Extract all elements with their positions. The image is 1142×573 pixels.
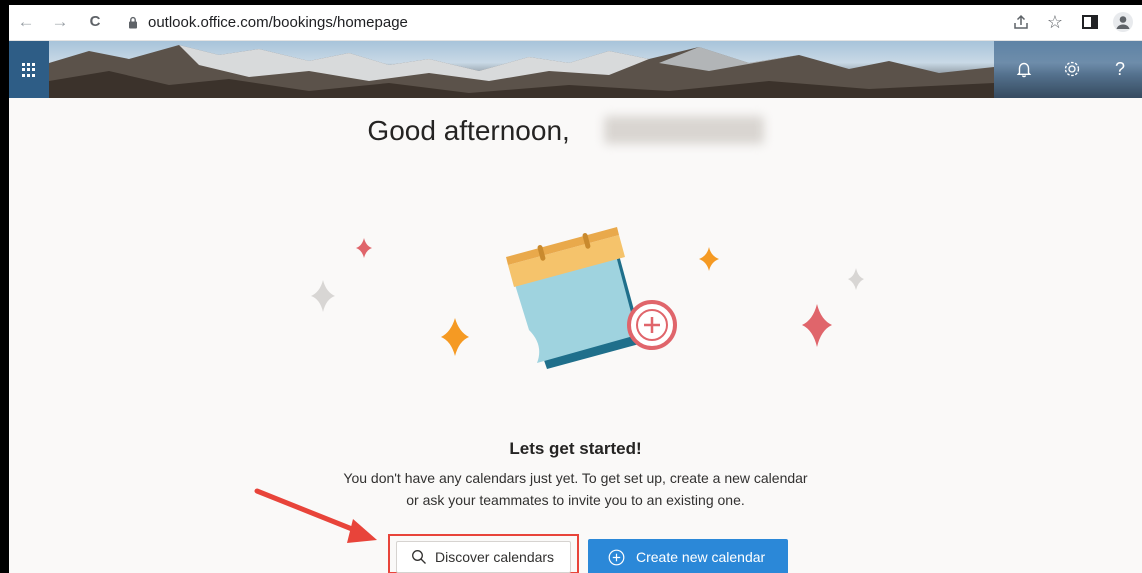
annotation-highlight-box: Discover calendars <box>388 534 579 573</box>
description-line-1: You don't have any calendars just yet. T… <box>343 470 808 486</box>
discover-calendars-button[interactable]: Discover calendars <box>396 541 571 573</box>
empty-state-description: You don't have any calendars just yet. T… <box>9 467 1142 511</box>
reload-button[interactable]: C <box>84 11 106 33</box>
bell-icon[interactable] <box>1012 57 1036 81</box>
add-circle-icon <box>608 549 625 566</box>
blurred-user-name <box>603 116 764 144</box>
header-banner: ? <box>9 41 1142 98</box>
greeting-text: Good afternoon, <box>367 115 570 146</box>
header-controls: ? <box>994 41 1142 98</box>
search-icon <box>412 550 426 564</box>
annotation-arrow <box>254 488 377 543</box>
share-icon[interactable] <box>1011 12 1031 32</box>
calendar-illustration <box>311 227 864 369</box>
star-icon[interactable]: ☆ <box>1045 12 1065 32</box>
browser-toolbar: ← → C outlook.office.com/bookings/homepa… <box>9 5 1142 41</box>
browser-window: ← → C outlook.office.com/bookings/homepa… <box>9 5 1142 573</box>
address-bar-url[interactable]: outlook.office.com/bookings/homepage <box>148 14 408 31</box>
empty-state-title: Lets get started! <box>509 439 642 458</box>
sidepanel-icon[interactable] <box>1080 12 1100 32</box>
forward-button[interactable]: → <box>49 11 71 33</box>
create-new-calendar-button[interactable]: Create new calendar <box>588 539 788 573</box>
mountain-banner-image <box>49 45 994 98</box>
description-line-2: or ask your teammates to invite you to a… <box>406 492 745 508</box>
app-launcher-icon[interactable] <box>9 41 49 98</box>
sparkle-icon <box>441 318 469 356</box>
help-icon[interactable]: ? <box>1108 57 1132 81</box>
sparkle-icon <box>699 247 719 271</box>
create-new-calendar-label: Create new calendar <box>636 549 766 565</box>
sparkle-icon <box>311 280 335 312</box>
sparkle-icon <box>848 268 864 290</box>
gear-icon[interactable] <box>1060 57 1084 81</box>
discover-calendars-label: Discover calendars <box>435 549 555 565</box>
calendar-graphic <box>506 227 677 369</box>
greeting-heading: Good afternoon, <box>9 115 1142 147</box>
sparkle-icon <box>356 238 372 258</box>
profile-icon[interactable] <box>1113 12 1133 32</box>
sparkle-icon <box>802 304 832 347</box>
back-button[interactable]: ← <box>15 11 37 33</box>
lock-icon[interactable] <box>128 16 138 29</box>
